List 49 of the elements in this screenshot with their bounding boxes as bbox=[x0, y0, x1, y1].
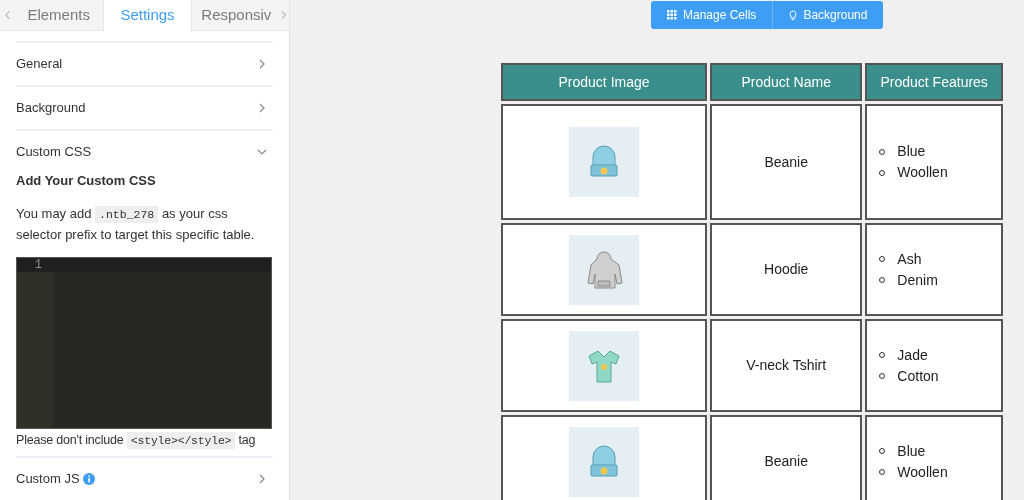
product-photo bbox=[569, 127, 640, 197]
list-item: Woollen bbox=[897, 462, 948, 482]
column-header: Product Image bbox=[501, 63, 708, 101]
bullet-icon bbox=[879, 373, 886, 379]
bullet-icon bbox=[879, 469, 886, 475]
accordion-header[interactable]: Custom CSS bbox=[16, 130, 273, 173]
table-cell: Hoodie bbox=[710, 223, 863, 316]
bullet-icon bbox=[879, 148, 886, 155]
bullet-icon bbox=[879, 169, 886, 176]
accordion-header[interactable]: Custom JS bbox=[16, 458, 273, 500]
table-cell: V-neck Tshirt bbox=[710, 319, 863, 412]
list-item: Jade bbox=[897, 345, 928, 365]
list-item: Blue bbox=[897, 142, 926, 161]
toolbar-button[interactable]: Manage Cells bbox=[651, 1, 773, 29]
accordion-header[interactable]: Background bbox=[16, 86, 273, 129]
code-editor[interactable]: 1 bbox=[16, 257, 272, 429]
product-photo bbox=[569, 234, 640, 305]
help-text: Please don't include <style></style> tag bbox=[16, 431, 257, 451]
section-title: Custom JS bbox=[16, 470, 80, 489]
bullet-icon bbox=[879, 352, 886, 358]
list-item: Woollen bbox=[897, 163, 948, 182]
list-item: Ash bbox=[897, 249, 922, 269]
table-cell: Beanie bbox=[710, 415, 863, 500]
list-item: Denim bbox=[897, 270, 938, 290]
list-item: Cotton bbox=[897, 366, 939, 386]
list-item: Blue bbox=[897, 441, 926, 461]
column-header: Product Features bbox=[865, 63, 1003, 101]
bullet-icon bbox=[879, 256, 886, 262]
chevron-right-icon[interactable] bbox=[280, 9, 286, 20]
product-photo bbox=[569, 330, 640, 401]
section-title: Background bbox=[16, 98, 86, 117]
tab[interactable]: Settings bbox=[103, 0, 192, 31]
section-heading: Add Your Custom CSS bbox=[16, 171, 157, 190]
grid-icon bbox=[667, 10, 677, 20]
section-title: Custom CSS bbox=[16, 142, 92, 161]
lightbulb-icon bbox=[789, 9, 798, 21]
product-photo bbox=[569, 426, 640, 497]
line-number: 1 bbox=[17, 258, 53, 272]
tab[interactable]: Elements bbox=[14, 0, 104, 30]
bullet-icon bbox=[879, 448, 886, 454]
tab[interactable]: Responsiv bbox=[191, 0, 281, 30]
toolbar-button[interactable]: Background bbox=[772, 1, 884, 29]
bullet-icon bbox=[879, 277, 886, 283]
help-text: You may add .ntb_278 as your css selector prefix to target this specific table. bbox=[16, 205, 256, 244]
section-title: General bbox=[16, 54, 63, 73]
accordion-header[interactable]: General bbox=[16, 42, 273, 85]
column-header: Product Name bbox=[710, 63, 863, 101]
table-cell: Beanie bbox=[710, 104, 863, 220]
chevron-left-icon[interactable] bbox=[5, 9, 11, 20]
